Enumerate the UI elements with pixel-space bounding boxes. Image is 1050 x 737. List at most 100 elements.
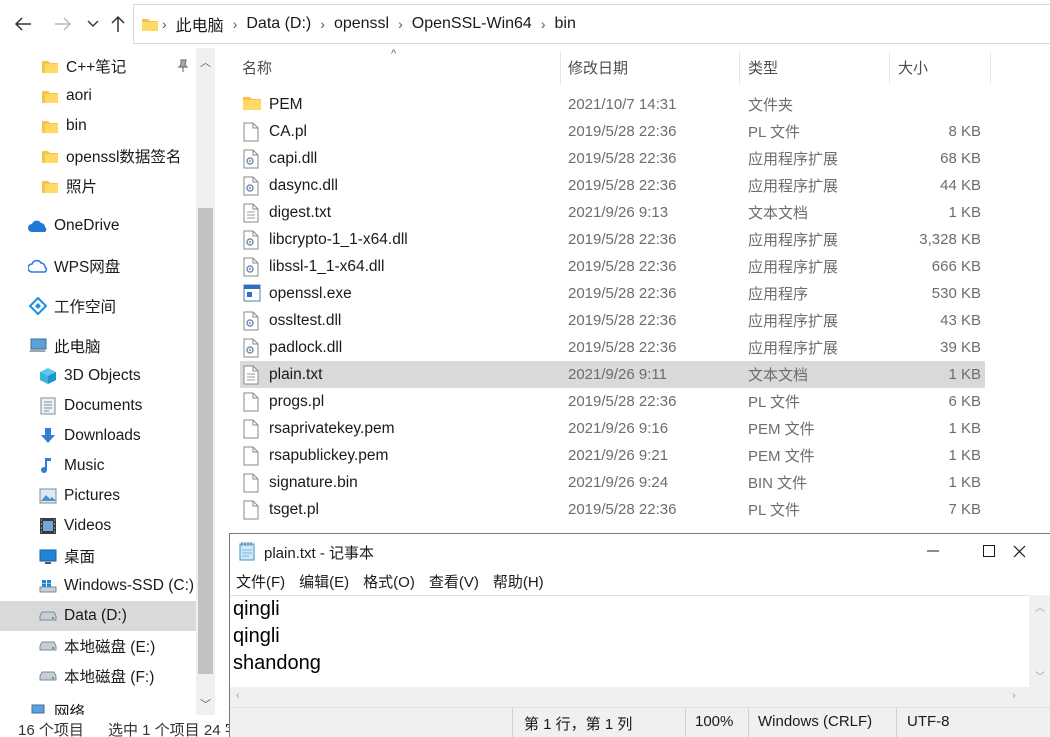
downloads-icon	[38, 426, 58, 446]
notepad-title-bar[interactable]: plain.txt - 记事本	[230, 534, 1050, 568]
column-header-size[interactable]: 大小	[898, 48, 928, 86]
notepad-horizontal-scrollbar[interactable]: ‹ ›	[230, 687, 1029, 707]
scroll-up-icon[interactable]: ︿	[1035, 599, 1045, 614]
file-row[interactable]: signature.bin 2021/9/26 9:24 BIN 文件 1 KB	[240, 469, 985, 496]
breadcrumb-this-pc[interactable]: 此电脑	[176, 12, 224, 36]
chevron-right-icon: ›	[398, 16, 403, 32]
file-date: 2019/5/28 22:36	[568, 312, 677, 329]
pin-icon[interactable]	[176, 59, 190, 77]
status-divider	[896, 708, 897, 737]
file-size: 8 KB	[948, 123, 981, 140]
nav-item-desktop[interactable]: 桌面	[0, 541, 196, 571]
file-row[interactable]: ossltest.dll 2019/5/28 22:36 应用程序扩展 43 KB	[240, 307, 985, 334]
file-date: 2021/9/26 9:13	[568, 204, 669, 221]
file-row[interactable]: tsget.pl 2019/5/28 22:36 PL 文件 7 KB	[240, 496, 985, 523]
minimize-button[interactable]	[905, 534, 961, 568]
file-icon	[243, 500, 261, 520]
menu-file[interactable]: 文件(F)	[236, 571, 285, 595]
nav-item-network[interactable]: 网络	[0, 696, 196, 715]
dll-icon	[243, 311, 261, 331]
column-divider[interactable]	[889, 52, 890, 84]
onedrive-icon	[28, 216, 48, 236]
address-bar[interactable]: › 此电脑 › Data (D:) › openssl › OpenSSL-Wi…	[133, 4, 1050, 44]
file-row[interactable]: rsaprivatekey.pem 2021/9/26 9:16 PEM 文件 1 K…	[240, 415, 985, 442]
folder-icon	[243, 95, 261, 115]
nav-item-drive-f[interactable]: 本地磁盘 (F:)	[0, 661, 196, 691]
breadcrumb-data-d[interactable]: Data (D:)	[246, 15, 311, 33]
address-toolbar: › 此电脑 › Data (D:) › openssl › OpenSSL-Wi…	[0, 0, 1050, 48]
file-date: 2021/9/26 9:16	[568, 420, 669, 437]
breadcrumb-openssl-win64[interactable]: OpenSSL-Win64	[412, 15, 532, 33]
nav-item-wps-cloud[interactable]: WPS网盘	[0, 251, 196, 281]
scrollbar-thumb[interactable]	[198, 208, 213, 674]
column-divider[interactable]	[990, 52, 991, 84]
nav-item-downloads[interactable]: Downloads	[0, 421, 196, 451]
nav-item-openssl-signing[interactable]: openssl数据签名	[0, 141, 196, 171]
scroll-up-icon[interactable]: ︿	[200, 54, 211, 70]
file-size: 6 KB	[948, 393, 981, 410]
file-icon	[243, 419, 261, 439]
nav-item-onedrive[interactable]: OneDrive	[0, 211, 196, 241]
file-row[interactable]: rsapublickey.pem 2021/9/26 9:21 PEM 文件 1 KB	[240, 442, 985, 469]
file-row[interactable]: libssl-1_1-x64.dll 2019/5/28 22:36 应用程序扩展 6…	[240, 253, 985, 280]
notepad-vertical-scrollbar[interactable]: ︿ ﹀	[1029, 595, 1050, 687]
file-row[interactable]: progs.pl 2019/5/28 22:36 PL 文件 6 KB	[240, 388, 985, 415]
folder-icon	[40, 56, 60, 76]
nav-item-cpp-notes[interactable]: C++笔记	[0, 51, 196, 81]
forward-button[interactable]	[52, 12, 74, 36]
dll-icon	[243, 338, 261, 358]
file-row[interactable]: dasync.dll 2019/5/28 22:36 应用程序扩展 44 KB	[240, 172, 985, 199]
nav-item-pictures[interactable]: Pictures	[0, 481, 196, 511]
nav-item-videos[interactable]: Videos	[0, 511, 196, 541]
menu-format[interactable]: 格式(O)	[363, 571, 415, 595]
notepad-text-area[interactable]: qingli qingli shandong	[230, 595, 1029, 687]
scroll-right-icon[interactable]: ›	[1012, 690, 1016, 702]
nav-item-3d-objects[interactable]: 3D Objects	[0, 361, 196, 391]
nav-item-documents[interactable]: Documents	[0, 391, 196, 421]
file-type: 应用程序扩展	[748, 151, 839, 168]
nav-pane-scrollbar[interactable]: ︿ ﹀	[196, 48, 215, 715]
file-type: PL 文件	[748, 394, 800, 411]
file-row[interactable]: plain.txt 2021/9/26 9:11 文本文档 1 KB	[240, 361, 985, 388]
column-divider[interactable]	[739, 52, 740, 84]
file-name: capi.dll	[269, 149, 318, 167]
recent-locations-button[interactable]	[82, 12, 104, 36]
scroll-down-icon[interactable]: ﹀	[1035, 668, 1045, 683]
file-row[interactable]: openssl.exe 2019/5/28 22:36 应用程序 530 KB	[240, 280, 985, 307]
breadcrumb-openssl[interactable]: openssl	[334, 15, 389, 33]
file-row[interactable]: libcrypto-1_1-x64.dll 2019/5/28 22:36 应用程序…	[240, 226, 985, 253]
file-date: 2021/9/26 9:11	[568, 366, 667, 383]
file-row[interactable]: digest.txt 2021/9/26 9:13 文本文档 1 KB	[240, 199, 985, 226]
file-type: 应用程序扩展	[748, 178, 839, 195]
close-button[interactable]	[991, 534, 1047, 568]
back-button[interactable]	[12, 12, 34, 36]
column-divider[interactable]	[560, 52, 561, 84]
file-size: 44 KB	[940, 177, 981, 194]
file-row[interactable]: PEM 2021/10/7 14:31 文件夹	[240, 91, 985, 118]
column-header-name[interactable]: 名称	[242, 48, 272, 86]
file-row[interactable]: padlock.dll 2019/5/28 22:36 应用程序扩展 39 KB	[240, 334, 985, 361]
nav-item-music[interactable]: Music	[0, 451, 196, 481]
up-button[interactable]	[107, 12, 129, 36]
file-row[interactable]: CA.pl 2019/5/28 22:36 PL 文件 8 KB	[240, 118, 985, 145]
file-type: 文件夹	[748, 97, 794, 114]
nav-item-this-pc[interactable]: 此电脑	[0, 331, 196, 361]
nav-item-drive-e[interactable]: 本地磁盘 (E:)	[0, 631, 196, 661]
nav-item-bin[interactable]: bin	[0, 111, 196, 141]
nav-item-aori[interactable]: aori	[0, 81, 196, 111]
column-header-type[interactable]: 类型	[748, 48, 778, 86]
file-size: 666 KB	[931, 258, 981, 275]
file-row[interactable]: capi.dll 2019/5/28 22:36 应用程序扩展 68 KB	[240, 145, 985, 172]
breadcrumb-bin[interactable]: bin	[555, 15, 576, 33]
scroll-down-icon[interactable]: ﹀	[200, 696, 211, 712]
scroll-left-icon[interactable]: ‹	[236, 690, 240, 702]
nav-item-photos[interactable]: 照片	[0, 171, 196, 201]
nav-item-workspace[interactable]: 工作空间	[0, 291, 196, 321]
menu-view[interactable]: 查看(V)	[429, 571, 479, 595]
file-name: progs.pl	[269, 392, 325, 410]
column-header-date[interactable]: 修改日期	[568, 48, 628, 86]
menu-edit[interactable]: 编辑(E)	[299, 571, 349, 595]
nav-item-drive-c[interactable]: Windows-SSD (C:)	[0, 571, 196, 601]
nav-item-drive-d[interactable]: Data (D:)	[0, 601, 196, 631]
menu-help[interactable]: 帮助(H)	[493, 571, 544, 595]
